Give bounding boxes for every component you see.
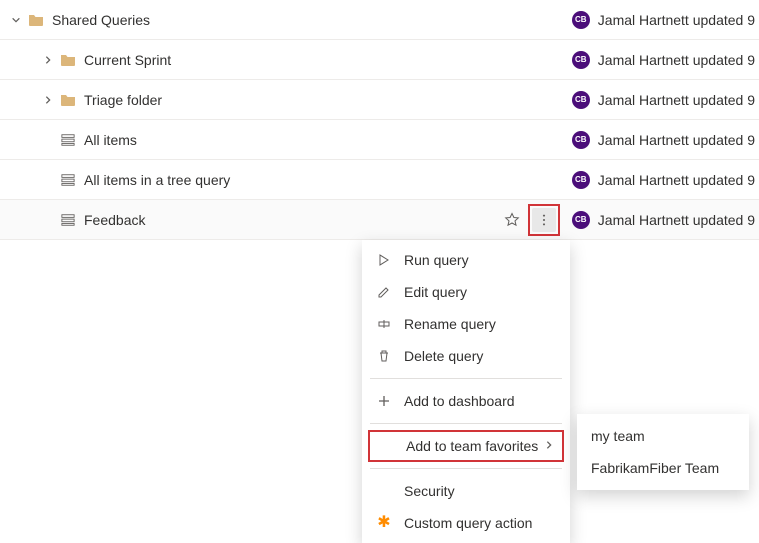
chevron-right-icon[interactable] [40,55,56,65]
query-icon [60,132,76,148]
pencil-icon [376,284,392,300]
avatar: CB [572,211,590,229]
meta-text: Jamal Hartnett updated 9 [598,92,755,108]
team-favorites-submenu: my team FabrikamFiber Team [577,414,749,490]
menu-rename-query[interactable]: Rename query [362,308,570,340]
menu-add-team-favorites[interactable]: Add to team favorites [368,430,564,462]
menu-label: Delete query [404,348,556,364]
chevron-right-icon [544,440,554,453]
meta-text: Jamal Hartnett updated 9 [598,12,755,28]
menu-run-query[interactable]: Run query [362,244,570,276]
menu-label: Rename query [404,316,556,332]
submenu-my-team[interactable]: my team [577,420,749,452]
avatar: CB [572,51,590,69]
highlight-more-actions [528,204,560,236]
menu-add-dashboard[interactable]: Add to dashboard [362,385,570,417]
rename-icon [376,316,392,332]
tree-row-feedback[interactable]: Feedback CB Jamal Hartnett updated 9 [0,200,759,240]
menu-label: Custom query action [404,515,556,531]
menu-label: Add to dashboard [404,393,556,409]
plus-icon [376,393,392,409]
menu-divider [370,378,562,379]
tree-label: All items in a tree query [84,172,230,188]
menu-label: Edit query [404,284,556,300]
submenu-fabrikamfiber-team[interactable]: FabrikamFiber Team [577,452,749,484]
tree-row-all-items-tree[interactable]: All items in a tree query CB Jamal Hartn… [0,160,759,200]
avatar: CB [572,11,590,29]
menu-label: Add to team favorites [406,438,544,454]
menu-label: Security [404,483,556,499]
context-menu: Run query Edit query Rename query Delete… [362,240,570,543]
menu-edit-query[interactable]: Edit query [362,276,570,308]
more-actions-button[interactable] [532,208,556,232]
folder-icon [60,92,76,108]
meta-text: Jamal Hartnett updated 9 [598,52,755,68]
tree-row-all-items[interactable]: All items CB Jamal Hartnett updated 9 [0,120,759,160]
tree-label: Shared Queries [52,12,150,28]
tree-label: Feedback [84,212,145,228]
submenu-label: FabrikamFiber Team [591,460,719,476]
submenu-label: my team [591,428,645,444]
menu-security[interactable]: Security [362,475,570,507]
meta-text: Jamal Hartnett updated 9 [598,212,755,228]
avatar: CB [572,131,590,149]
menu-label: Run query [404,252,556,268]
chevron-right-icon[interactable] [40,95,56,105]
tree-row-shared-queries[interactable]: Shared Queries CB Jamal Hartnett updated… [0,0,759,40]
meta-text: Jamal Hartnett updated 9 [598,132,755,148]
tree-label: Triage folder [84,92,162,108]
favorite-button[interactable] [500,208,524,232]
menu-custom-query-action[interactable]: ✱ Custom query action [362,507,570,539]
play-icon [376,252,392,268]
folder-icon [28,12,44,28]
folder-icon [60,52,76,68]
tree-row-current-sprint[interactable]: Current Sprint CB Jamal Hartnett updated… [0,40,759,80]
query-icon [60,172,76,188]
avatar: CB [572,91,590,109]
chevron-down-icon[interactable] [8,15,24,25]
star-icon: ✱ [376,515,392,531]
tree-row-triage-folder[interactable]: Triage folder CB Jamal Hartnett updated … [0,80,759,120]
tree-label: All items [84,132,137,148]
tree-label: Current Sprint [84,52,171,68]
menu-divider [370,423,562,424]
meta-text: Jamal Hartnett updated 9 [598,172,755,188]
menu-delete-query[interactable]: Delete query [362,340,570,372]
query-icon [60,212,76,228]
menu-divider [370,468,562,469]
avatar: CB [572,171,590,189]
trash-icon [376,348,392,364]
